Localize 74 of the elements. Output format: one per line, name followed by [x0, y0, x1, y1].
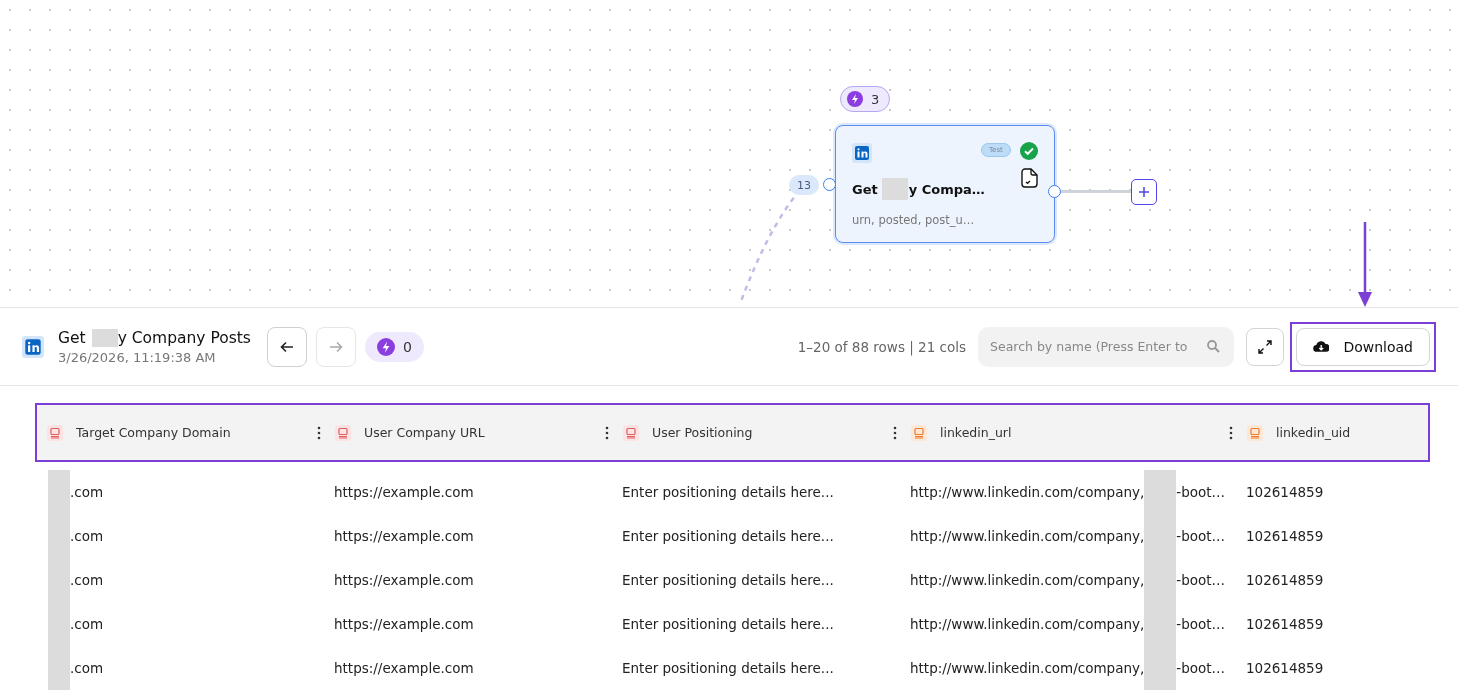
redaction-block — [48, 646, 70, 690]
table-cell: http://www.linkedin.com/company, — [910, 528, 1145, 544]
column-header[interactable]: User Positioning — [652, 425, 880, 440]
panel-title: Get y Company Posts — [58, 328, 251, 347]
table-cell: https://example.com — [334, 572, 474, 588]
column-header[interactable]: User Company URL — [364, 425, 592, 440]
expand-button[interactable] — [1246, 327, 1284, 366]
redaction-block — [1144, 470, 1177, 514]
expand-icon — [1257, 338, 1273, 355]
timestamp: 3/26/2026, 11:19:38 AM — [58, 349, 217, 365]
node-fields: urn, posted, post_u… — [852, 213, 975, 227]
redaction-block — [881, 178, 908, 200]
table-cell: 102614859 — [1246, 484, 1324, 500]
table-cell: https://example.com — [334, 484, 474, 500]
table-cell: .com — [70, 572, 104, 588]
table-cell: -boot… — [1176, 660, 1226, 676]
arrow-right-icon — [328, 339, 343, 354]
table-cell: .com — [70, 528, 104, 544]
column-header[interactable]: Target Company Domain — [76, 425, 304, 440]
document-check-icon[interactable] — [1020, 168, 1038, 188]
credits-badge: 0 — [364, 331, 424, 362]
table-cell: http://www.linkedin.com/company, — [910, 484, 1145, 500]
table-cell: 102614859 — [1246, 572, 1324, 588]
table-cell: http://www.linkedin.com/company, — [910, 572, 1145, 588]
table-cell: https://example.com — [334, 616, 474, 632]
bolt-icon — [847, 91, 863, 107]
table-cell: 102614859 — [1246, 528, 1324, 544]
table-cell: https://example.com — [334, 528, 474, 544]
linkedin-icon — [22, 335, 44, 358]
table-cell: -boot… — [1176, 528, 1226, 544]
table-cell: 102614859 — [1246, 616, 1324, 632]
column-header[interactable]: linkedin_url — [940, 425, 1216, 440]
table-cell: .com — [70, 616, 104, 632]
redaction-block — [1144, 646, 1177, 690]
column-type-icon — [911, 424, 927, 441]
table-cell: Enter positioning details here... — [622, 660, 834, 676]
more-icon[interactable] — [317, 425, 321, 440]
linkedin-icon — [852, 143, 872, 163]
table-cell: Enter positioning details here... — [622, 484, 834, 500]
table-cell: http://www.linkedin.com/company, — [910, 616, 1145, 632]
more-icon[interactable] — [893, 425, 897, 440]
arrow-left-icon — [279, 339, 294, 354]
bolt-icon — [376, 337, 395, 356]
table-cell: 102614859 — [1246, 660, 1324, 676]
search-icon — [1207, 339, 1220, 353]
column-type-icon — [47, 424, 63, 441]
search-field[interactable]: Search by name (Press Enter to — [978, 326, 1234, 367]
more-icon[interactable] — [1229, 425, 1233, 440]
redaction-block — [91, 328, 118, 347]
table-cell: Enter positioning details here... — [622, 616, 834, 632]
column-type-icon — [623, 424, 639, 441]
table-cell: -boot… — [1176, 484, 1226, 500]
back-button[interactable] — [266, 326, 307, 367]
table-cell: Enter positioning details here... — [622, 528, 834, 544]
plus-icon — [1138, 186, 1150, 198]
table-cell: http://www.linkedin.com/company, — [910, 660, 1145, 676]
column-type-icon — [335, 424, 351, 441]
table-cell: Enter positioning details here... — [622, 572, 834, 588]
column-header[interactable]: linkedin_uid — [1276, 425, 1433, 440]
input-count-badge: 13 — [789, 175, 819, 195]
add-node-button[interactable] — [1131, 179, 1157, 205]
table-cell: https://example.com — [334, 660, 474, 676]
cloud-download-icon — [1313, 340, 1330, 353]
run-count-badge: 3 — [840, 86, 891, 112]
download-button[interactable]: Download — [1296, 327, 1430, 366]
node-title: Get y Compa… — [852, 178, 985, 200]
row-summary: 1–20 of 88 rows | 21 cols — [797, 338, 966, 355]
table-cell: .com — [70, 660, 104, 676]
table-cell: -boot… — [1176, 572, 1226, 588]
table-cell: .com — [70, 484, 104, 500]
more-icon[interactable] — [605, 425, 609, 440]
table-cell: -boot… — [1176, 616, 1226, 632]
column-type-icon — [1247, 424, 1263, 441]
redaction-block — [48, 470, 70, 514]
